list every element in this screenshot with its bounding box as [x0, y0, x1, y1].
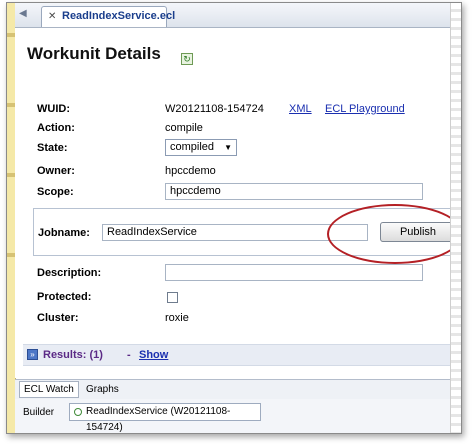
side-panel-marker	[7, 253, 15, 257]
state-label: State:	[37, 142, 68, 154]
editor-tab-bar: ◀ ✕ ReadIndexService.ecl	[15, 3, 461, 28]
scroll-left-icon[interactable]: ◀	[19, 8, 27, 19]
tab-title: ReadIndexService.ecl	[62, 10, 176, 22]
builder-label: Builder	[23, 407, 55, 418]
state-select[interactable]: compiled ▼	[165, 139, 237, 156]
results-bar: » Results: (1) - Show	[23, 344, 461, 366]
expand-icon[interactable]: »	[27, 349, 38, 360]
refresh-icon[interactable]: ↻	[181, 53, 193, 65]
tab-ecl-watch[interactable]: ECL Watch	[19, 381, 79, 398]
side-panel-marker	[7, 33, 15, 37]
builder-strip: Builder ReadIndexService (W20121108-1547…	[15, 399, 461, 433]
cluster-label: Cluster:	[37, 312, 79, 324]
jobname-label: Jobname:	[38, 227, 90, 239]
window-frame: ◀ ✕ ReadIndexService.ecl Workunit Detail…	[6, 2, 462, 434]
protected-checkbox[interactable]	[167, 292, 178, 303]
wuid-value: W20121108-154724	[165, 103, 264, 115]
state-value: compiled	[170, 141, 215, 153]
description-field[interactable]	[165, 264, 423, 281]
description-label: Description:	[37, 267, 102, 279]
highlight-ellipse	[327, 204, 461, 264]
torn-edge	[450, 3, 461, 433]
tab-readindexservice[interactable]: ✕ ReadIndexService.ecl	[41, 6, 175, 27]
workunit-details-panel: Workunit Details ↻ WUID: W20121108-15472…	[15, 28, 461, 378]
wuid-label: WUID:	[37, 103, 70, 115]
page-title: Workunit Details	[27, 44, 161, 63]
protected-label: Protected:	[37, 291, 92, 303]
builder-tab-item[interactable]: ReadIndexService (W20121108-154724)	[69, 403, 261, 433]
xml-link[interactable]: XML	[289, 103, 312, 115]
owner-value: hpccdemo	[165, 165, 216, 177]
side-panel-marker	[7, 103, 15, 107]
bottom-tab-bar: ECL Watch Graphs	[15, 379, 461, 400]
action-label: Action:	[37, 122, 75, 134]
status-dot-icon	[74, 408, 82, 416]
show-results-link[interactable]: Show	[139, 345, 168, 365]
close-icon[interactable]: ✕	[48, 7, 56, 26]
builder-item-label: ReadIndexService (W20121108-154724)	[86, 406, 231, 433]
scope-label: Scope:	[37, 186, 74, 198]
action-value: compile	[165, 122, 203, 134]
ecl-playground-link[interactable]: ECL Playground	[325, 103, 405, 115]
results-separator: -	[127, 349, 131, 361]
scope-field[interactable]: hpccdemo	[165, 183, 423, 200]
chevron-down-icon: ▼	[224, 143, 232, 152]
tab-graphs[interactable]: Graphs	[81, 381, 124, 398]
cluster-value: roxie	[165, 312, 189, 324]
side-panel-marker	[7, 173, 15, 177]
results-count: Results: (1)	[43, 349, 103, 361]
owner-label: Owner:	[37, 165, 75, 177]
